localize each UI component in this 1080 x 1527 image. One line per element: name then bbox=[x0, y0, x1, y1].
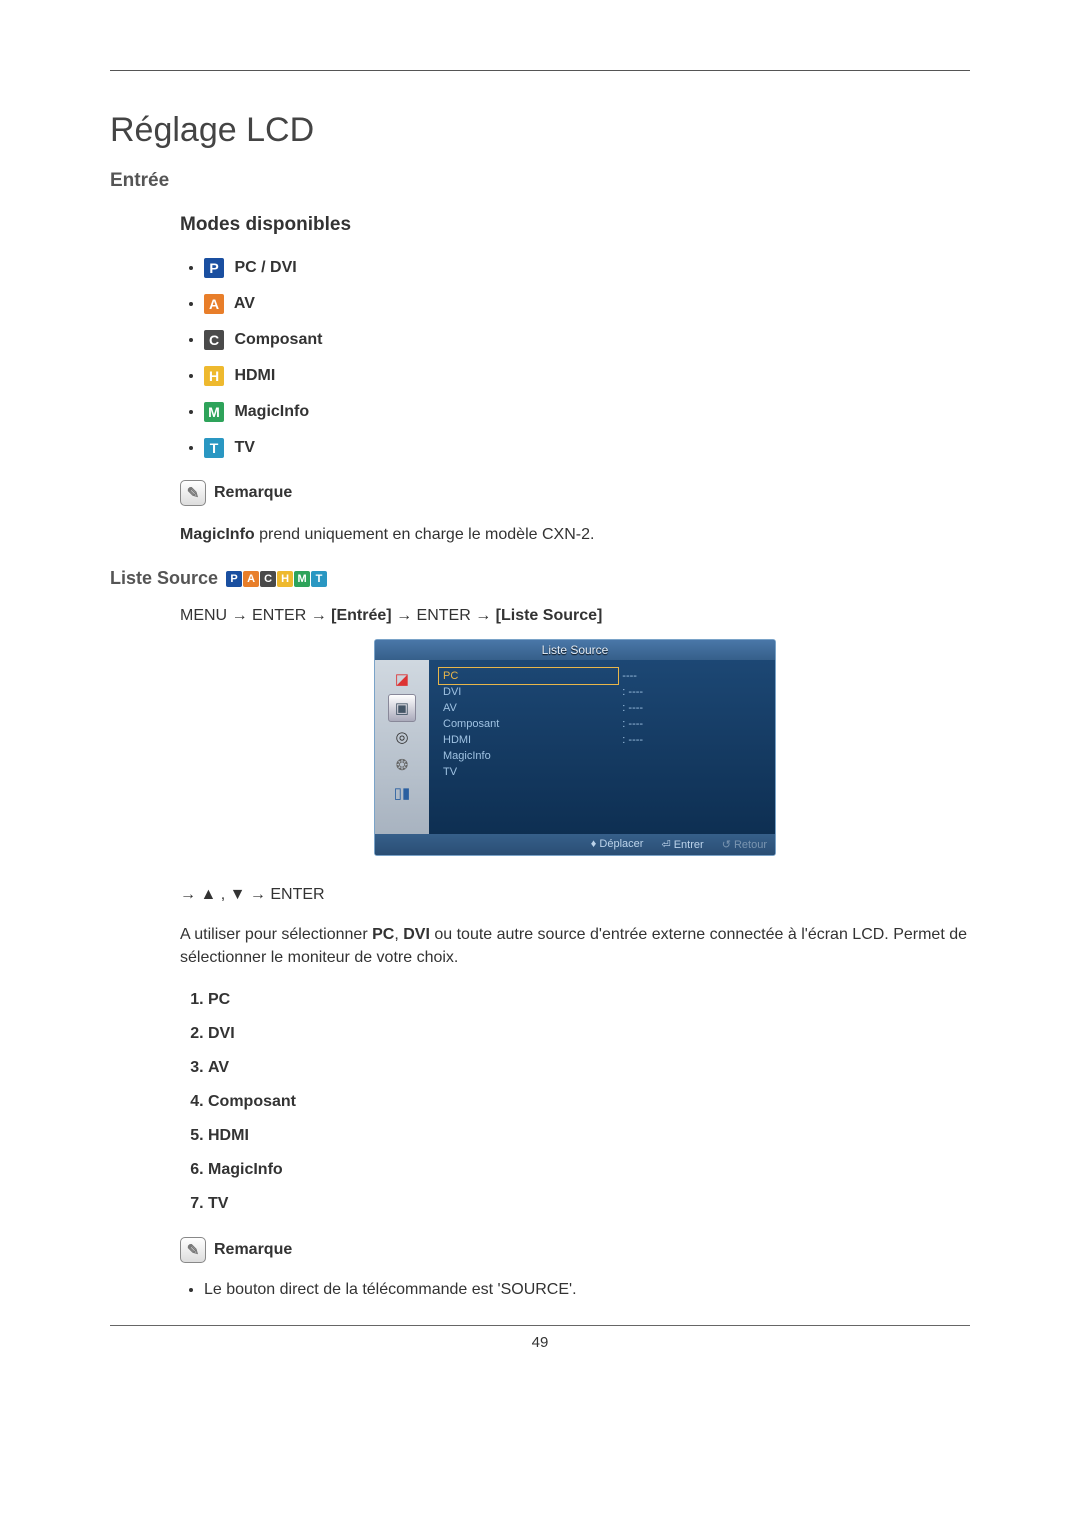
osd-side-icon-1: ◪ bbox=[389, 666, 415, 692]
note-row-2: ✎ Remarque bbox=[180, 1237, 970, 1263]
mode-badge-icon: M bbox=[294, 571, 310, 587]
mode-label: Composant bbox=[230, 331, 322, 348]
osd-side-icon-3: ◎ bbox=[389, 724, 415, 750]
osd-foot-return: ↺ Retour bbox=[722, 838, 767, 851]
mode-label: HDMI bbox=[230, 367, 275, 384]
osd-source-value bbox=[618, 764, 765, 780]
mode-label: MagicInfo bbox=[230, 403, 309, 420]
osd-source-value bbox=[618, 748, 765, 764]
menu-navigation-path: MENU → ENTER → [Entrée] → ENTER → [Liste… bbox=[180, 607, 970, 625]
liste-source-block: MENU → ENTER → [Entrée] → ENTER → [Liste… bbox=[180, 607, 970, 1299]
osd-source-name: PC bbox=[439, 668, 618, 684]
osd-source-name: DVI bbox=[439, 684, 618, 700]
osd-side-icon-4: ❂ bbox=[389, 752, 415, 778]
osd-source-value: ---- bbox=[618, 668, 765, 684]
document-page: Réglage LCD Entrée Modes disponibles P P… bbox=[0, 0, 1080, 1527]
osd-source-value: : ---- bbox=[618, 684, 765, 700]
modes-block: P PC / DVI A AV C Composant H HDMI M MagicIn… bbox=[180, 258, 970, 546]
top-rule bbox=[110, 70, 970, 71]
mode-badge-icon: C bbox=[204, 330, 224, 350]
list-item: C Composant bbox=[204, 330, 970, 350]
osd-source-table: PC----DVI: ----AV: ----Composant: ----HD… bbox=[439, 668, 765, 780]
osd-sidebar: ◪ ▣ ◎ ❂ ▯▮ bbox=[375, 660, 429, 834]
osd-source-name: Composant bbox=[439, 716, 618, 732]
osd-source-value: : ---- bbox=[618, 732, 765, 748]
modes-list: P PC / DVI A AV C Composant H HDMI M MagicIn… bbox=[204, 258, 970, 458]
table-row: PC---- bbox=[439, 668, 765, 684]
note-row-1: ✎ Remarque bbox=[180, 480, 970, 506]
liste-source-heading: Liste Source bbox=[110, 568, 218, 589]
note1-text: MagicInfo prend uniquement en charge le … bbox=[180, 524, 970, 546]
table-row: AV: ---- bbox=[439, 700, 765, 716]
mode-badge-icon: H bbox=[277, 571, 293, 587]
mode-badge-icon: C bbox=[260, 571, 276, 587]
osd-title: Liste Source bbox=[375, 640, 775, 660]
mode-badge-icon: A bbox=[243, 571, 259, 587]
liste-source-heading-row: Liste Source PACHMT bbox=[110, 568, 970, 589]
osd-foot-move: ♦ Déplacer bbox=[591, 838, 644, 851]
osd-side-icon-5: ▯▮ bbox=[389, 780, 415, 806]
mode-badge-icon: P bbox=[226, 571, 242, 587]
section-heading-entry: Entrée bbox=[110, 170, 970, 192]
list-item: TV bbox=[208, 1195, 970, 1213]
source-numbered-list: PC DVI AV Composant HDMI MagicInfo TV bbox=[180, 991, 970, 1213]
note2-bullets: Le bouton direct de la télécommande est … bbox=[204, 1281, 970, 1299]
list-item: P PC / DVI bbox=[204, 258, 970, 278]
list-item: MagicInfo bbox=[208, 1161, 970, 1179]
mode-badge-icon: P bbox=[204, 258, 224, 278]
osd-source-name: HDMI bbox=[439, 732, 618, 748]
osd-foot-enter: ⏎ Entrer bbox=[661, 838, 703, 851]
arrow-nav-line: → ▲ , ▼ → ENTER bbox=[180, 886, 970, 904]
list-item: M MagicInfo bbox=[204, 402, 970, 422]
list-item: T TV bbox=[204, 438, 970, 458]
osd-screenshot: Liste Source ◪ ▣ ◎ ❂ ▯▮ PC----DVI: ----A… bbox=[374, 639, 776, 856]
osd-side-icon-2: ▣ bbox=[388, 694, 416, 722]
note-label: Remarque bbox=[214, 1241, 292, 1259]
osd-source-name: TV bbox=[439, 764, 618, 780]
osd-source-value: : ---- bbox=[618, 716, 765, 732]
osd-source-value: : ---- bbox=[618, 700, 765, 716]
list-item: Composant bbox=[208, 1093, 970, 1111]
table-row: Composant: ---- bbox=[439, 716, 765, 732]
mode-badge-icon: T bbox=[311, 571, 327, 587]
list-item: DVI bbox=[208, 1025, 970, 1043]
bottom-rule bbox=[110, 1325, 970, 1326]
table-row: TV bbox=[439, 764, 765, 780]
mode-badge-icon: A bbox=[204, 294, 224, 314]
mode-label: TV bbox=[230, 439, 255, 456]
list-item: AV bbox=[208, 1059, 970, 1077]
modes-heading: Modes disponibles bbox=[180, 214, 970, 236]
osd-footer: ♦ Déplacer ⏎ Entrer ↺ Retour bbox=[375, 834, 775, 855]
mode-badge-icon: T bbox=[204, 438, 224, 458]
mode-label: AV bbox=[230, 295, 255, 312]
list-item: HDMI bbox=[208, 1127, 970, 1145]
mode-badge-icon: H bbox=[204, 366, 224, 386]
page-title: Réglage LCD bbox=[110, 111, 970, 150]
page-number: 49 bbox=[110, 1334, 970, 1351]
table-row: HDMI: ---- bbox=[439, 732, 765, 748]
note-icon: ✎ bbox=[180, 1237, 206, 1263]
table-row: DVI: ---- bbox=[439, 684, 765, 700]
mode-badge-icon: M bbox=[204, 402, 224, 422]
liste-source-paragraph: A utiliser pour sélectionner PC, DVI ou … bbox=[180, 924, 970, 969]
list-item: A AV bbox=[204, 294, 970, 314]
list-item: H HDMI bbox=[204, 366, 970, 386]
mode-badge-strip: PACHMT bbox=[226, 571, 327, 587]
list-item: Le bouton direct de la télécommande est … bbox=[204, 1281, 970, 1299]
osd-source-name: AV bbox=[439, 700, 618, 716]
list-item: PC bbox=[208, 991, 970, 1009]
mode-label: PC / DVI bbox=[230, 259, 297, 276]
osd-main: PC----DVI: ----AV: ----Composant: ----HD… bbox=[429, 660, 775, 834]
osd-source-name: MagicInfo bbox=[439, 748, 618, 764]
note-label: Remarque bbox=[214, 484, 292, 502]
note-icon: ✎ bbox=[180, 480, 206, 506]
table-row: MagicInfo bbox=[439, 748, 765, 764]
